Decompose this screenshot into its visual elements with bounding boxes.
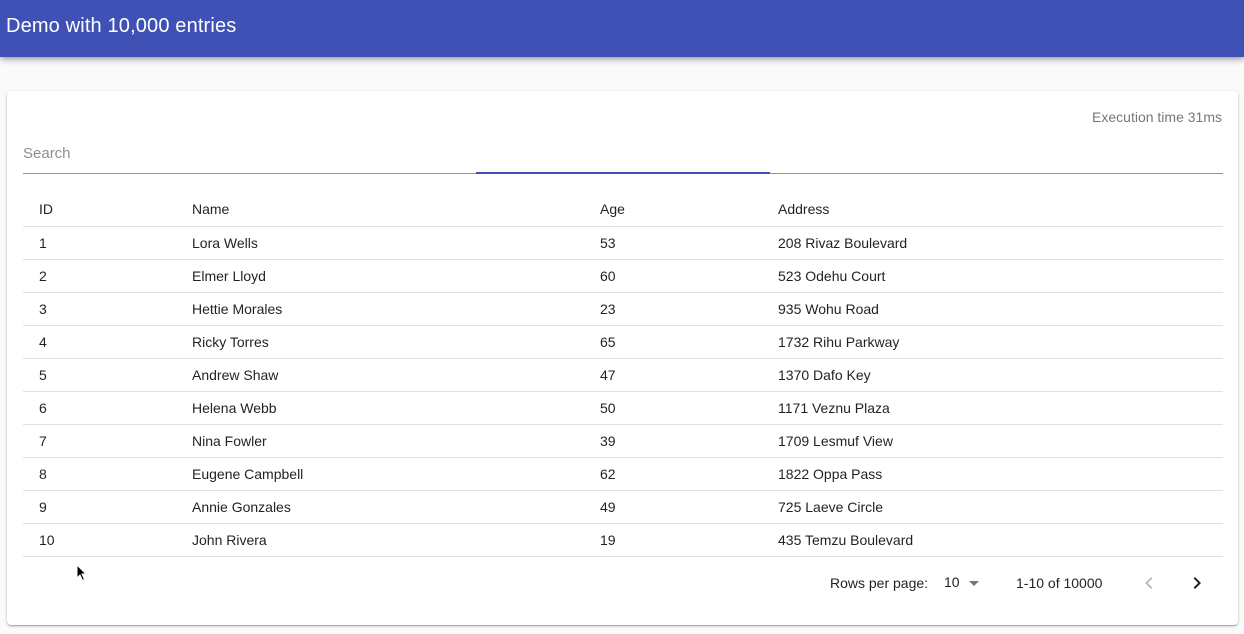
cell-age: 53 <box>600 226 778 260</box>
previous-page-button[interactable] <box>1129 563 1169 603</box>
header-address[interactable]: Address <box>778 191 1223 227</box>
table-pagination: Rows per page: 10 1-10 of 10000 <box>23 561 1223 605</box>
table-card: Execution time 31ms ID Name Age Address … <box>7 91 1238 625</box>
table-row[interactable]: 7 Nina Fowler 39 1709 Lesmuf View <box>23 424 1223 458</box>
cell-id: 3 <box>23 292 192 326</box>
table-row[interactable]: 10 John Rivera 19 435 Temzu Boulevard <box>23 523 1223 557</box>
table-row[interactable]: 5 Andrew Shaw 47 1370 Dafo Key <box>23 358 1223 392</box>
cell-name: Annie Gonzales <box>192 490 600 524</box>
cell-address: 1822 Oppa Pass <box>778 457 1223 491</box>
header-name[interactable]: Name <box>192 191 600 227</box>
table-row[interactable]: 3 Hettie Morales 23 935 Wohu Road <box>23 292 1223 326</box>
next-page-button[interactable] <box>1177 563 1217 603</box>
cell-age: 23 <box>600 292 778 326</box>
table-row[interactable]: 1 Lora Wells 53 208 Rivaz Boulevard <box>23 226 1223 260</box>
header-id[interactable]: ID <box>23 191 192 227</box>
rows-per-page-select[interactable]: 10 <box>944 571 984 595</box>
cell-address: 208 Rivaz Boulevard <box>778 226 1223 260</box>
search-input[interactable] <box>23 136 1223 170</box>
chevron-left-icon <box>1145 577 1153 589</box>
cell-id: 10 <box>23 523 192 557</box>
cell-id: 8 <box>23 457 192 491</box>
cell-age: 60 <box>600 259 778 293</box>
cell-address: 1732 Rihu Parkway <box>778 325 1223 359</box>
cell-id: 9 <box>23 490 192 524</box>
mouse-cursor-icon <box>76 564 88 582</box>
cell-id: 6 <box>23 391 192 425</box>
cell-id: 5 <box>23 358 192 392</box>
cell-name: Andrew Shaw <box>192 358 600 392</box>
cell-name: Ricky Torres <box>192 325 600 359</box>
cell-age: 19 <box>600 523 778 557</box>
rows-per-page-label: Rows per page: <box>830 575 929 591</box>
table-row[interactable]: 2 Elmer Lloyd 60 523 Odehu Court <box>23 259 1223 293</box>
header-age[interactable]: Age <box>600 191 778 227</box>
cell-address: 1709 Lesmuf View <box>778 424 1223 458</box>
arrow-drop-down-icon <box>969 581 979 586</box>
table-header-row: ID Name Age Address <box>23 191 1223 227</box>
table-row[interactable]: 8 Eugene Campbell 62 1822 Oppa Pass <box>23 457 1223 491</box>
cell-name: Helena Webb <box>192 391 600 425</box>
cell-id: 1 <box>23 226 192 260</box>
cell-name: Hettie Morales <box>192 292 600 326</box>
cell-name: Elmer Lloyd <box>192 259 600 293</box>
cell-address: 1171 Veznu Plaza <box>778 391 1223 425</box>
execution-time: Execution time 31ms <box>1092 109 1222 125</box>
search-field[interactable] <box>23 136 1223 174</box>
table-row[interactable]: 4 Ricky Torres 65 1732 Rihu Parkway <box>23 325 1223 359</box>
app-title: Demo with 10,000 entries <box>6 15 237 37</box>
cell-address: 1370 Dafo Key <box>778 358 1223 392</box>
search-focus-ripple <box>476 172 770 174</box>
table-row[interactable]: 6 Helena Webb 50 1171 Veznu Plaza <box>23 391 1223 425</box>
cell-age: 50 <box>600 391 778 425</box>
cell-age: 47 <box>600 358 778 392</box>
cell-id: 2 <box>23 259 192 293</box>
cell-name: John Rivera <box>192 523 600 557</box>
cell-name: Nina Fowler <box>192 424 600 458</box>
cell-address: 523 Odehu Court <box>778 259 1223 293</box>
page-range: 1-10 of 10000 <box>1016 575 1103 591</box>
chevron-right-icon <box>1193 577 1201 589</box>
cell-age: 62 <box>600 457 778 491</box>
cell-address: 435 Temzu Boulevard <box>778 523 1223 557</box>
cell-id: 4 <box>23 325 192 359</box>
cell-address: 725 Laeve Circle <box>778 490 1223 524</box>
cell-id: 7 <box>23 424 192 458</box>
table-body: 1 Lora Wells 53 208 Rivaz Boulevard 2 Elmer L… <box>23 226 1223 557</box>
cell-address: 935 Wohu Road <box>778 292 1223 326</box>
cell-age: 65 <box>600 325 778 359</box>
cell-age: 49 <box>600 490 778 524</box>
cell-name: Lora Wells <box>192 226 600 260</box>
cell-age: 39 <box>600 424 778 458</box>
table-row[interactable]: 9 Annie Gonzales 49 725 Laeve Circle <box>23 490 1223 524</box>
app-bar: Demo with 10,000 entries <box>0 0 1244 57</box>
data-table: ID Name Age Address 1 Lora Wells 53 208 Riv… <box>23 191 1223 557</box>
cell-name: Eugene Campbell <box>192 457 600 491</box>
rows-per-page-value: 10 <box>944 574 960 590</box>
